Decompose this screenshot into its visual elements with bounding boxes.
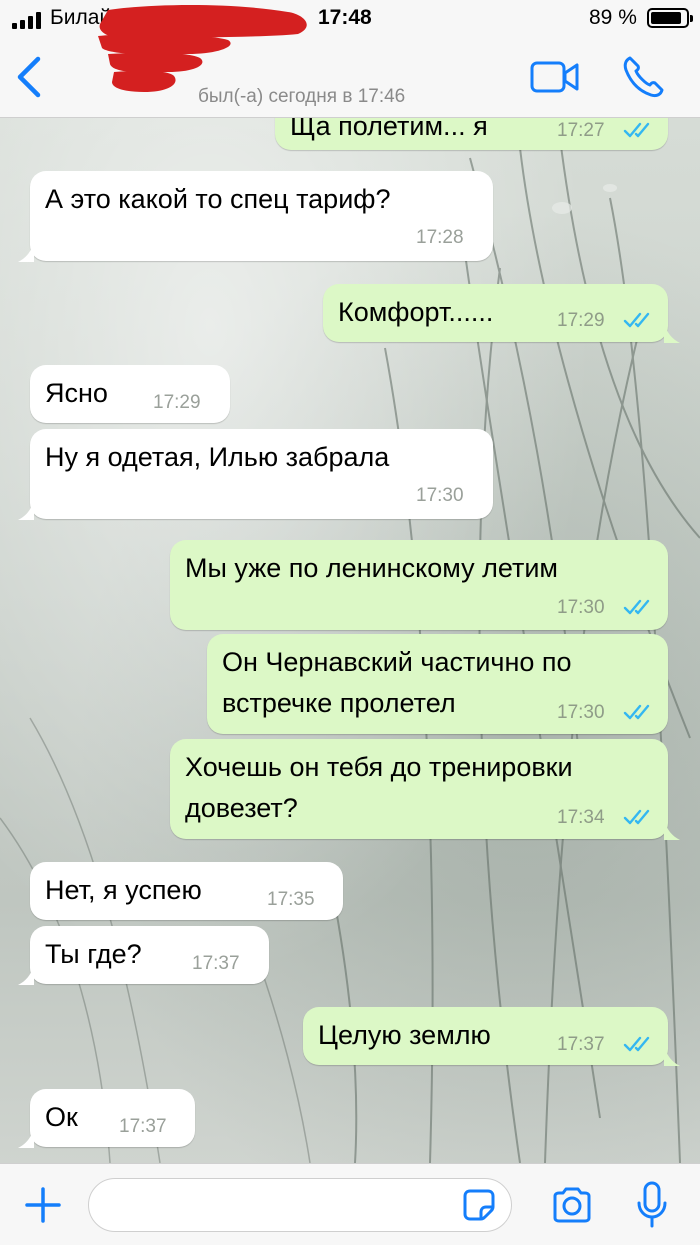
message-text: Ну я одетая, Илью забрала — [45, 442, 390, 472]
message-incoming[interactable]: Нет, я успею 17:35 — [30, 862, 343, 920]
camera-button[interactable] — [551, 1186, 593, 1224]
message-incoming[interactable]: Ну я одетая, Илью забрала 17:30 — [18, 429, 493, 520]
camera-icon — [553, 1187, 591, 1223]
status-clock: 17:48 — [318, 6, 372, 29]
message-text: Ок — [45, 1102, 78, 1132]
message-outgoing[interactable]: Он Чернавский частично по встречке проле… — [207, 634, 668, 734]
message-time: 17:29 — [153, 392, 201, 413]
message-outgoing[interactable]: Комфорт...... 17:29 — [323, 284, 680, 343]
battery-percent: 89 % — [589, 6, 637, 29]
bubble-tail — [18, 500, 34, 520]
message-outgoing[interactable]: Мы уже по ленинскому летим 17:30 — [170, 540, 668, 630]
message-outgoing[interactable]: Ща полетим... я 17:27 — [275, 118, 668, 150]
bubble-tail — [18, 1128, 34, 1148]
bubble-tail — [664, 1046, 680, 1066]
microphone-icon — [637, 1181, 667, 1228]
read-ticks-icon — [623, 704, 650, 720]
sticker-button[interactable] — [462, 1188, 496, 1222]
video-call-button[interactable] — [530, 60, 580, 94]
message-time: 17:37 — [119, 1116, 167, 1137]
battery-icon — [647, 8, 693, 28]
message-time: 17:28 — [416, 227, 464, 248]
signal-strength-icon — [12, 12, 41, 29]
bubble-tail — [664, 820, 680, 840]
message-text: Ясно — [45, 378, 108, 408]
voice-call-button[interactable] — [620, 54, 666, 100]
video-camera-icon — [530, 61, 579, 93]
read-ticks-icon — [623, 809, 650, 825]
read-ticks-icon — [623, 122, 650, 138]
message-incoming[interactable]: Ты где? 17:37 — [18, 926, 269, 985]
message-outgoing[interactable]: Целую землю 17:37 — [303, 1007, 680, 1066]
microphone-button[interactable] — [636, 1181, 668, 1229]
read-ticks-icon — [623, 1036, 650, 1052]
read-ticks-icon — [623, 312, 650, 328]
message-time: 17:27 — [557, 120, 605, 141]
phone-icon — [623, 56, 664, 98]
message-incoming[interactable]: Ок 17:37 — [18, 1089, 195, 1148]
message-text: Он Чернавский частично по встречке проле… — [222, 647, 572, 718]
message-time: 17:37 — [192, 953, 240, 974]
sticker-icon — [463, 1189, 495, 1221]
chevron-left-icon — [17, 56, 41, 98]
message-list: Ща полетим... я 17:27 А это какой то спе… — [0, 118, 700, 1163]
message-composer — [0, 1163, 700, 1245]
message-time: 17:37 — [557, 1034, 605, 1055]
bubble-tail — [664, 323, 680, 343]
message-time: 17:29 — [557, 310, 605, 331]
message-text: Комфорт...... — [338, 297, 494, 327]
message-incoming[interactable]: Ясно 17:29 — [30, 365, 230, 423]
message-incoming[interactable]: А это какой то спец тариф? 17:28 — [18, 171, 493, 262]
message-text: Ты где? — [45, 939, 142, 969]
message-text: Нет, я успею — [45, 875, 202, 905]
message-time: 17:34 — [557, 807, 605, 828]
message-input[interactable] — [88, 1178, 512, 1232]
bubble-tail — [18, 242, 34, 262]
message-time: 17:35 — [267, 889, 315, 910]
read-ticks-icon — [623, 599, 650, 615]
message-time: 17:30 — [416, 485, 464, 506]
message-text: Целую землю — [318, 1020, 491, 1050]
bubble-tail — [18, 965, 34, 985]
message-text: Хочешь он тебя до тренировки довезет? — [185, 752, 573, 823]
redacted-contact-name — [98, 5, 307, 92]
message-time: 17:30 — [557, 597, 605, 618]
message-text: Мы уже по ленинскому летим — [185, 553, 558, 583]
back-button[interactable] — [10, 54, 50, 100]
message-time: 17:30 — [557, 702, 605, 723]
message-outgoing[interactable]: Хочешь он тебя до тренировки довезет? 17… — [170, 739, 680, 840]
attach-button[interactable] — [24, 1186, 62, 1224]
plus-icon — [25, 1187, 61, 1223]
message-text: А это какой то спец тариф? — [45, 184, 391, 214]
message-text: Ща полетим... я — [290, 118, 488, 141]
